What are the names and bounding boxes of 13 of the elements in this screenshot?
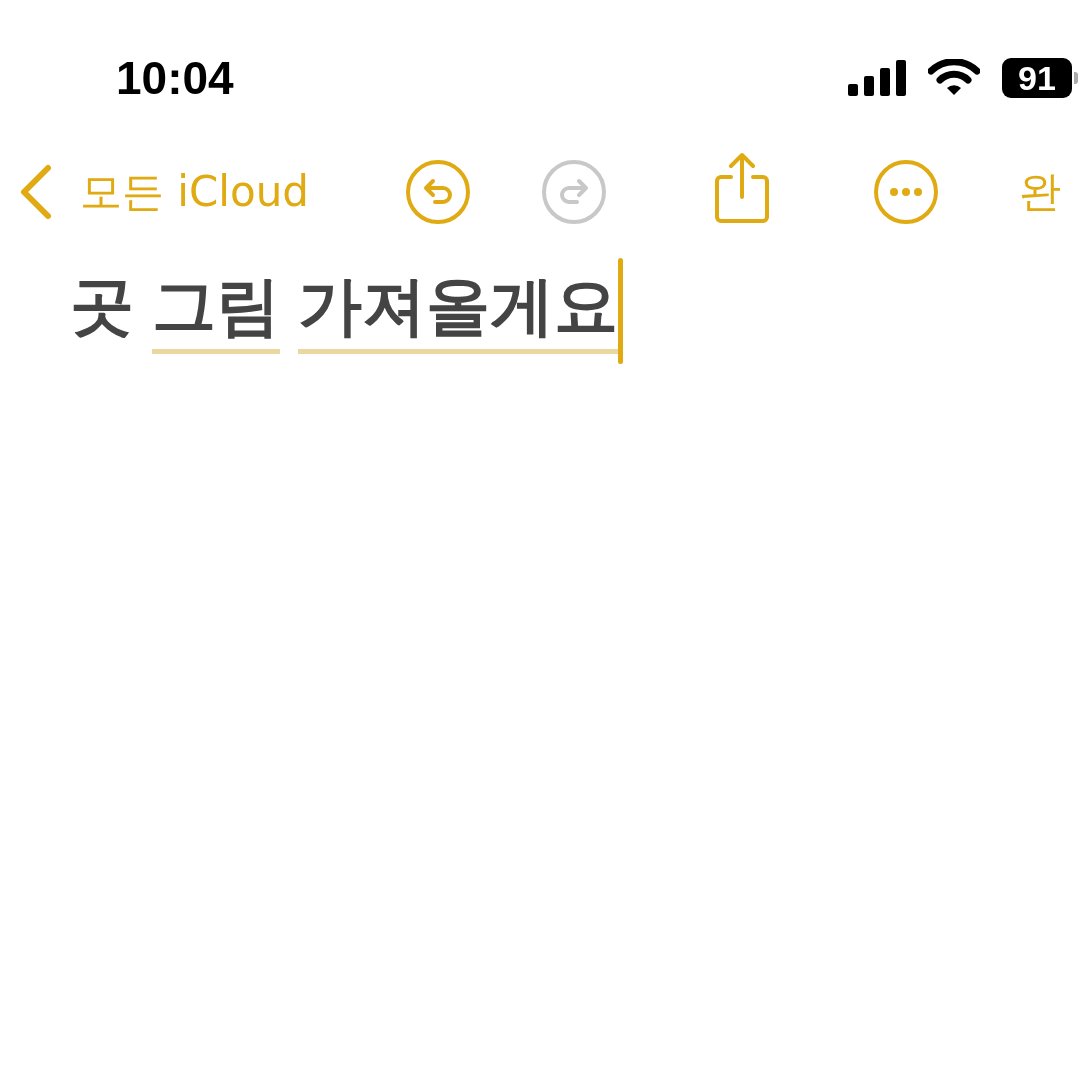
redo-icon[interactable] (541, 159, 607, 225)
wifi-icon (928, 59, 980, 97)
note-word: 그림 (152, 268, 280, 354)
note-word: 곳 (70, 268, 134, 346)
done-button[interactable]: 완 (1019, 164, 1061, 220)
share-icon[interactable] (713, 151, 771, 225)
battery-indicator: 91 (1002, 58, 1078, 98)
status-time: 10:04 (116, 51, 234, 105)
chevron-icon (18, 162, 54, 222)
signal-icon (848, 60, 906, 96)
back-button[interactable]: 모든 iCloud (18, 162, 309, 222)
more-icon[interactable] (873, 159, 939, 225)
undo-icon[interactable] (405, 159, 471, 225)
